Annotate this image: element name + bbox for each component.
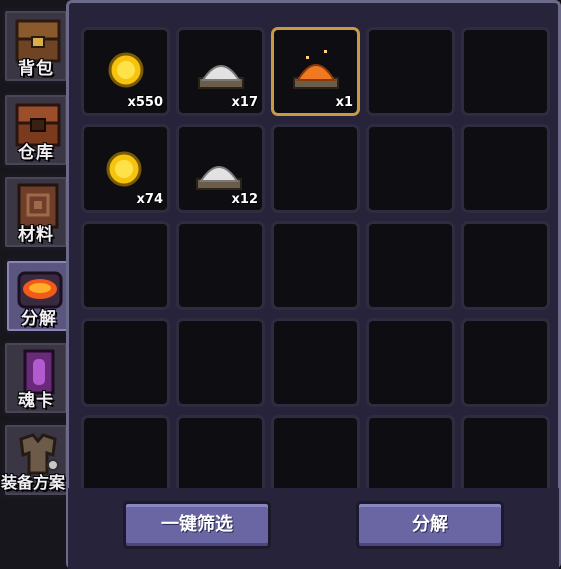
item-slot[interactable]: x12: [176, 124, 265, 213]
tab-backpack[interactable]: 背包: [2, 8, 70, 84]
empty-slot[interactable]: [461, 124, 550, 213]
empty-slot[interactable]: [176, 221, 265, 310]
tab-label: 背包: [18, 59, 54, 79]
item-quantity: x17: [231, 95, 258, 110]
tab-label: 仓库: [18, 143, 54, 163]
item-slot-selected[interactable]: x1: [271, 27, 360, 116]
item-quantity: x550: [127, 95, 163, 110]
decompose-button[interactable]: 分解: [356, 501, 504, 549]
empty-slot[interactable]: [271, 124, 360, 213]
empty-slot[interactable]: [366, 221, 455, 310]
one-click-filter-button[interactable]: 一键筛选: [123, 501, 271, 549]
item-quantity: x12: [231, 192, 258, 207]
empty-slot[interactable]: [461, 221, 550, 310]
tab-warehouse[interactable]: 仓库: [2, 92, 70, 168]
empty-slot[interactable]: [366, 318, 455, 407]
empty-slot[interactable]: [81, 221, 170, 310]
item-slot[interactable]: x550: [81, 27, 170, 116]
item-slot[interactable]: x74: [81, 124, 170, 213]
empty-slot[interactable]: [366, 27, 455, 116]
empty-slot[interactable]: [461, 318, 550, 407]
action-bar: 一键筛选 分解: [68, 488, 559, 569]
item-slot[interactable]: x17: [176, 27, 265, 116]
tab-label: 装备方案: [1, 473, 66, 492]
item-quantity: x1: [335, 95, 353, 110]
tab-label: 分解: [21, 309, 57, 329]
empty-slot[interactable]: [271, 318, 360, 407]
empty-slot[interactable]: [366, 124, 455, 213]
tab-decompose[interactable]: 分解: [4, 258, 74, 334]
tab-soul-card[interactable]: 魂卡: [2, 340, 70, 416]
tab-label: 魂卡: [18, 391, 54, 411]
tab-materials[interactable]: 材料: [2, 174, 70, 250]
empty-slot[interactable]: [271, 221, 360, 310]
empty-slot[interactable]: [461, 27, 550, 116]
tab-equipment-plan[interactable]: 装备方案: [1, 422, 70, 498]
empty-slot[interactable]: [176, 318, 265, 407]
empty-slot[interactable]: [81, 318, 170, 407]
tab-label: 材料: [18, 225, 54, 245]
item-quantity: x74: [136, 192, 163, 207]
